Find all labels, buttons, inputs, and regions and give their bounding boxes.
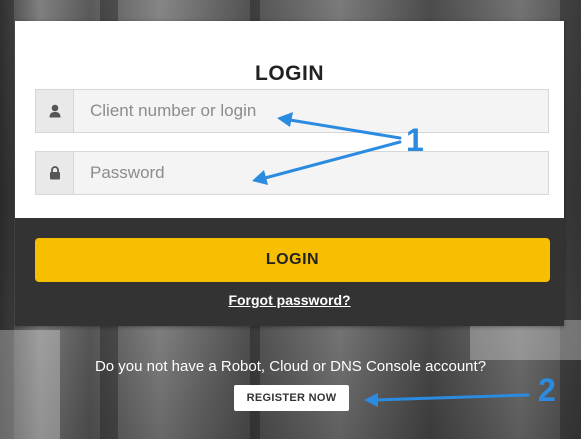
username-field	[35, 89, 549, 133]
login-button[interactable]: LOGIN	[35, 238, 550, 282]
login-actions-panel: LOGIN Forgot password?	[15, 218, 564, 326]
register-now-button[interactable]: REGISTER NOW	[234, 385, 349, 411]
username-input[interactable]	[74, 90, 548, 132]
annotation-label-1: 1	[406, 122, 424, 158]
no-account-text: Do you not have a Robot, Cloud or DNS Co…	[94, 358, 487, 375]
login-card: LOGIN LOGIN Forgot password?	[15, 21, 564, 326]
user-icon	[36, 90, 74, 132]
annotation-label-2: 2	[538, 372, 556, 408]
login-title: LOGIN	[255, 62, 324, 85]
forgot-password-link[interactable]: Forgot password?	[15, 292, 564, 308]
lock-icon	[36, 152, 74, 194]
password-input[interactable]	[74, 152, 548, 194]
password-field	[35, 151, 549, 195]
